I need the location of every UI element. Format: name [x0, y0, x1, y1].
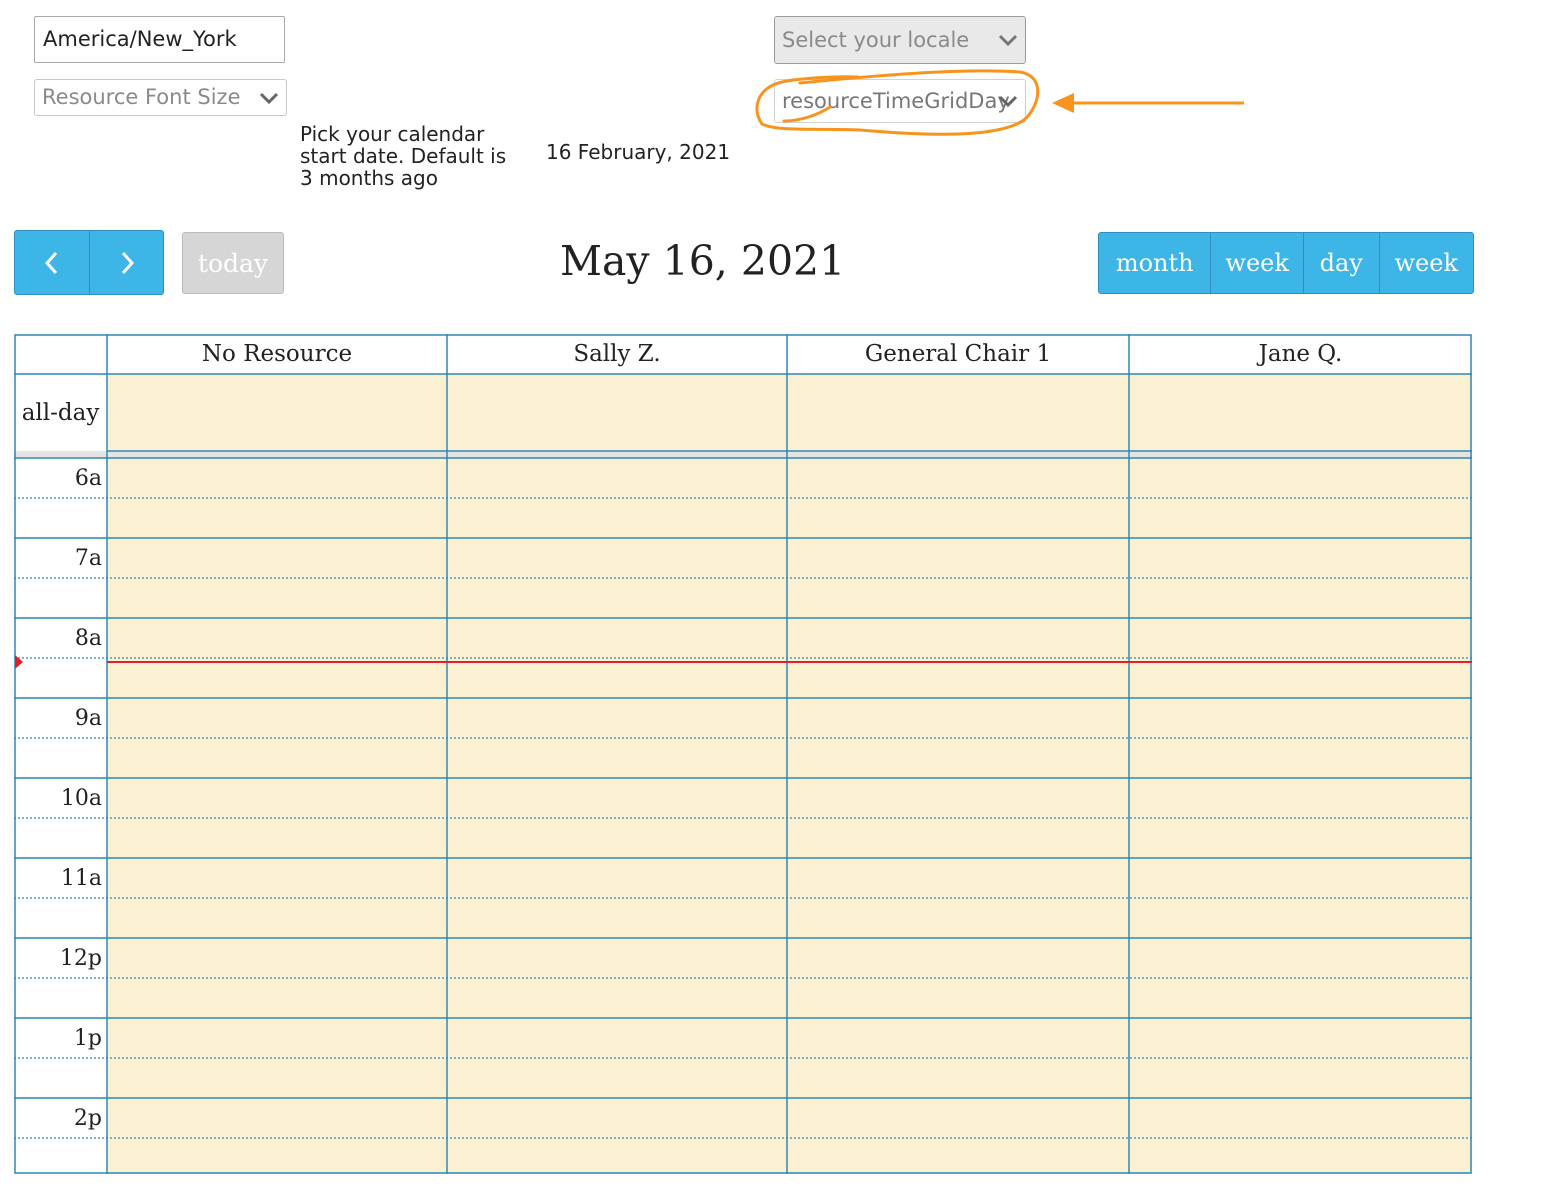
view-switcher: month week day week: [1098, 232, 1474, 294]
chevron-down-icon: [259, 92, 279, 104]
chevron-right-icon: [121, 251, 134, 274]
start-date-label: Pick your calendar start date. Default i…: [300, 122, 507, 190]
locale-select[interactable]: Select your locale: [774, 16, 1026, 64]
start-date-picker[interactable]: 16 February, 2021: [546, 140, 730, 164]
view-week-button-2[interactable]: week: [1378, 233, 1474, 293]
timezone-input[interactable]: America/New_York: [34, 16, 285, 63]
calendar-view-select[interactable]: resourceTimeGridDay: [774, 79, 1026, 123]
view-week-button[interactable]: week: [1210, 233, 1303, 293]
view-month-button[interactable]: month: [1099, 233, 1210, 293]
today-button[interactable]: today: [182, 232, 284, 294]
view-day-button[interactable]: day: [1302, 233, 1379, 293]
chevron-down-icon: [998, 34, 1018, 47]
next-button[interactable]: [89, 231, 163, 294]
resource-font-size-placeholder: Resource Font Size: [42, 85, 241, 109]
prev-button[interactable]: [15, 231, 89, 294]
chevron-down-icon: [998, 95, 1018, 108]
grid-lines: [14, 334, 1472, 1174]
resource-time-grid: No Resource Sally Z. General Chair 1 Jan…: [14, 334, 1472, 1174]
nav-button-group: [14, 230, 164, 295]
calendar-view-value: resourceTimeGridDay: [782, 89, 1010, 113]
locale-placeholder: Select your locale: [782, 28, 970, 52]
calendar-title: May 16, 2021: [560, 237, 846, 285]
now-indicator-arrow: [15, 655, 23, 669]
chevron-left-icon: [44, 251, 58, 274]
resource-font-size-select[interactable]: Resource Font Size: [34, 79, 287, 116]
